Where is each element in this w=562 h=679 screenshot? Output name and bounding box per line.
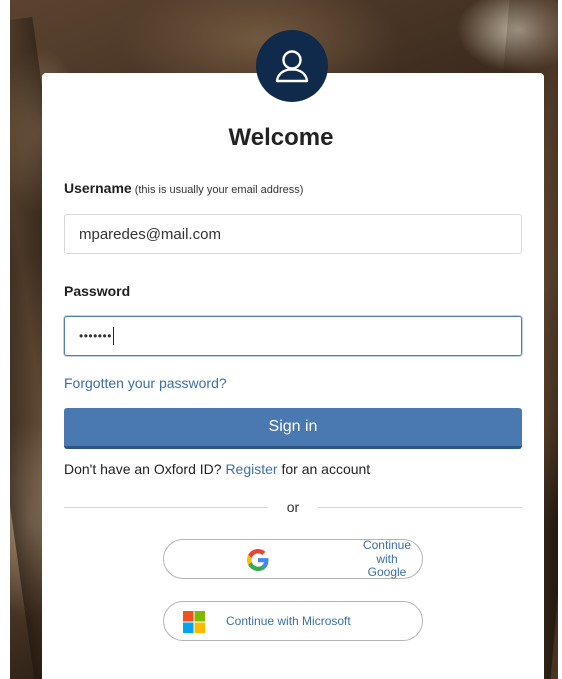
username-input[interactable]: mparedes@mail.com [64, 214, 522, 254]
user-avatar [256, 30, 328, 102]
forgot-password-link[interactable]: Forgotten your password? [64, 375, 227, 391]
microsoft-signin-label: Continue with Microsoft [226, 614, 351, 628]
password-input[interactable]: ••••••• [64, 316, 522, 356]
register-prompt: Don't have an Oxford ID? Register for an… [64, 461, 370, 477]
password-value: ••••••• [79, 329, 112, 343]
google-signin-label: Continue with Google [352, 538, 422, 580]
divider-line-left [64, 507, 268, 508]
microsoft-icon [183, 611, 205, 633]
register-link[interactable]: Register [225, 461, 277, 477]
username-label-text: Username [64, 180, 132, 196]
sign-in-button[interactable]: Sign in [64, 408, 522, 449]
google-label-line3: Google [367, 565, 407, 579]
divider-or: or [286, 499, 300, 515]
username-label: Username (this is usually your email addr… [64, 180, 303, 196]
microsoft-signin-button[interactable]: Continue with Microsoft [163, 601, 423, 641]
password-label: Password [64, 283, 131, 299]
google-icon [247, 549, 269, 571]
divider-line-right [318, 507, 522, 508]
sign-in-label: Sign in [268, 418, 318, 435]
register-prefix: Don't have an Oxford ID? [64, 461, 222, 477]
register-suffix: for an account [281, 461, 371, 477]
page-title: Welcome [228, 124, 334, 151]
google-label-line1: Continue [362, 538, 412, 552]
username-hint: (this is usually your email address) [134, 184, 304, 196]
google-signin-button[interactable]: Continue with Google [163, 538, 423, 580]
google-label-line2: with [376, 551, 398, 566]
username-value: mparedes@mail.com [79, 225, 221, 243]
user-icon [275, 50, 309, 83]
text-caret [112, 327, 114, 345]
